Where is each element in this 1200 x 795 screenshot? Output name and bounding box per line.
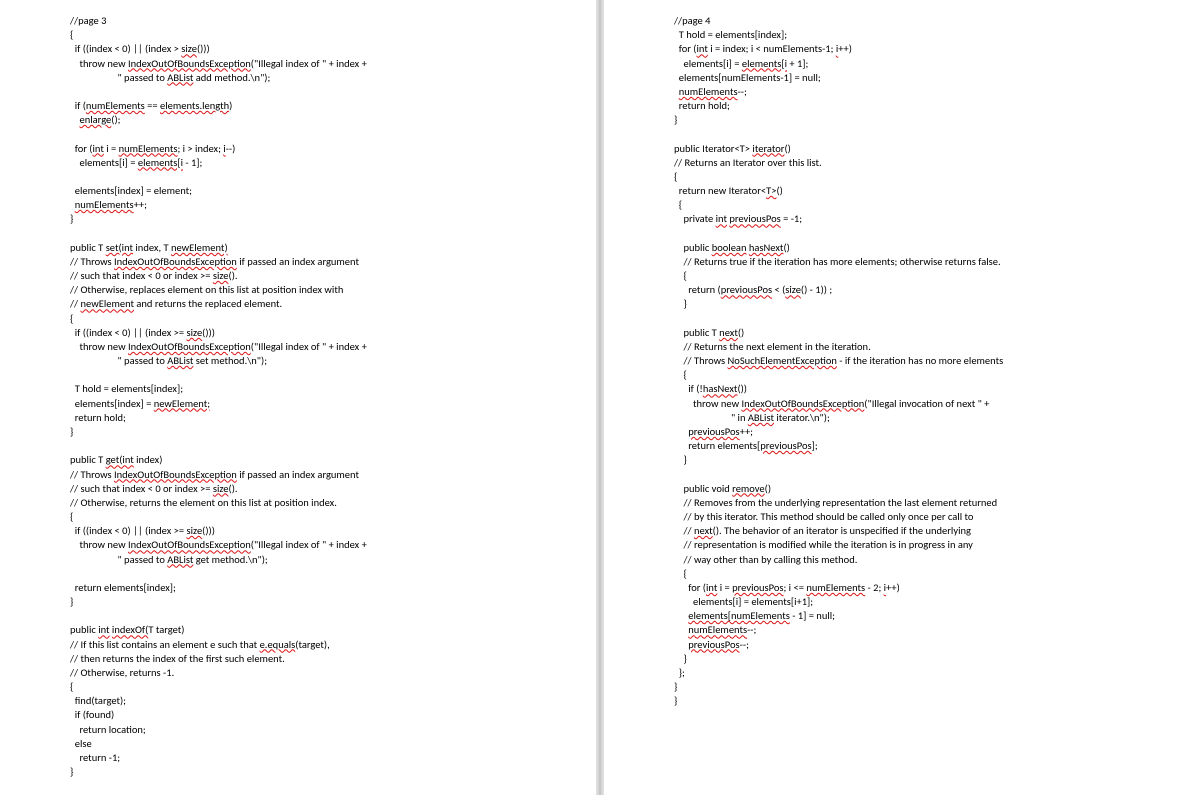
page-header-left: //page 3 [70,14,536,28]
page-right: //page 4 T hold = elements[index]; for (… [604,0,1200,795]
code-block-right: T hold = elements[index]; for (int i = i… [674,28,1140,708]
page-left: //page 3 { if ((index < 0) || (index > s… [0,0,596,795]
page-header-right: //page 4 [674,14,1140,28]
code-block-left: { if ((index < 0) || (index > size())) t… [70,28,536,795]
two-page-spread: //page 3 { if ((index < 0) || (index > s… [0,0,1200,795]
page-gutter [596,0,604,795]
